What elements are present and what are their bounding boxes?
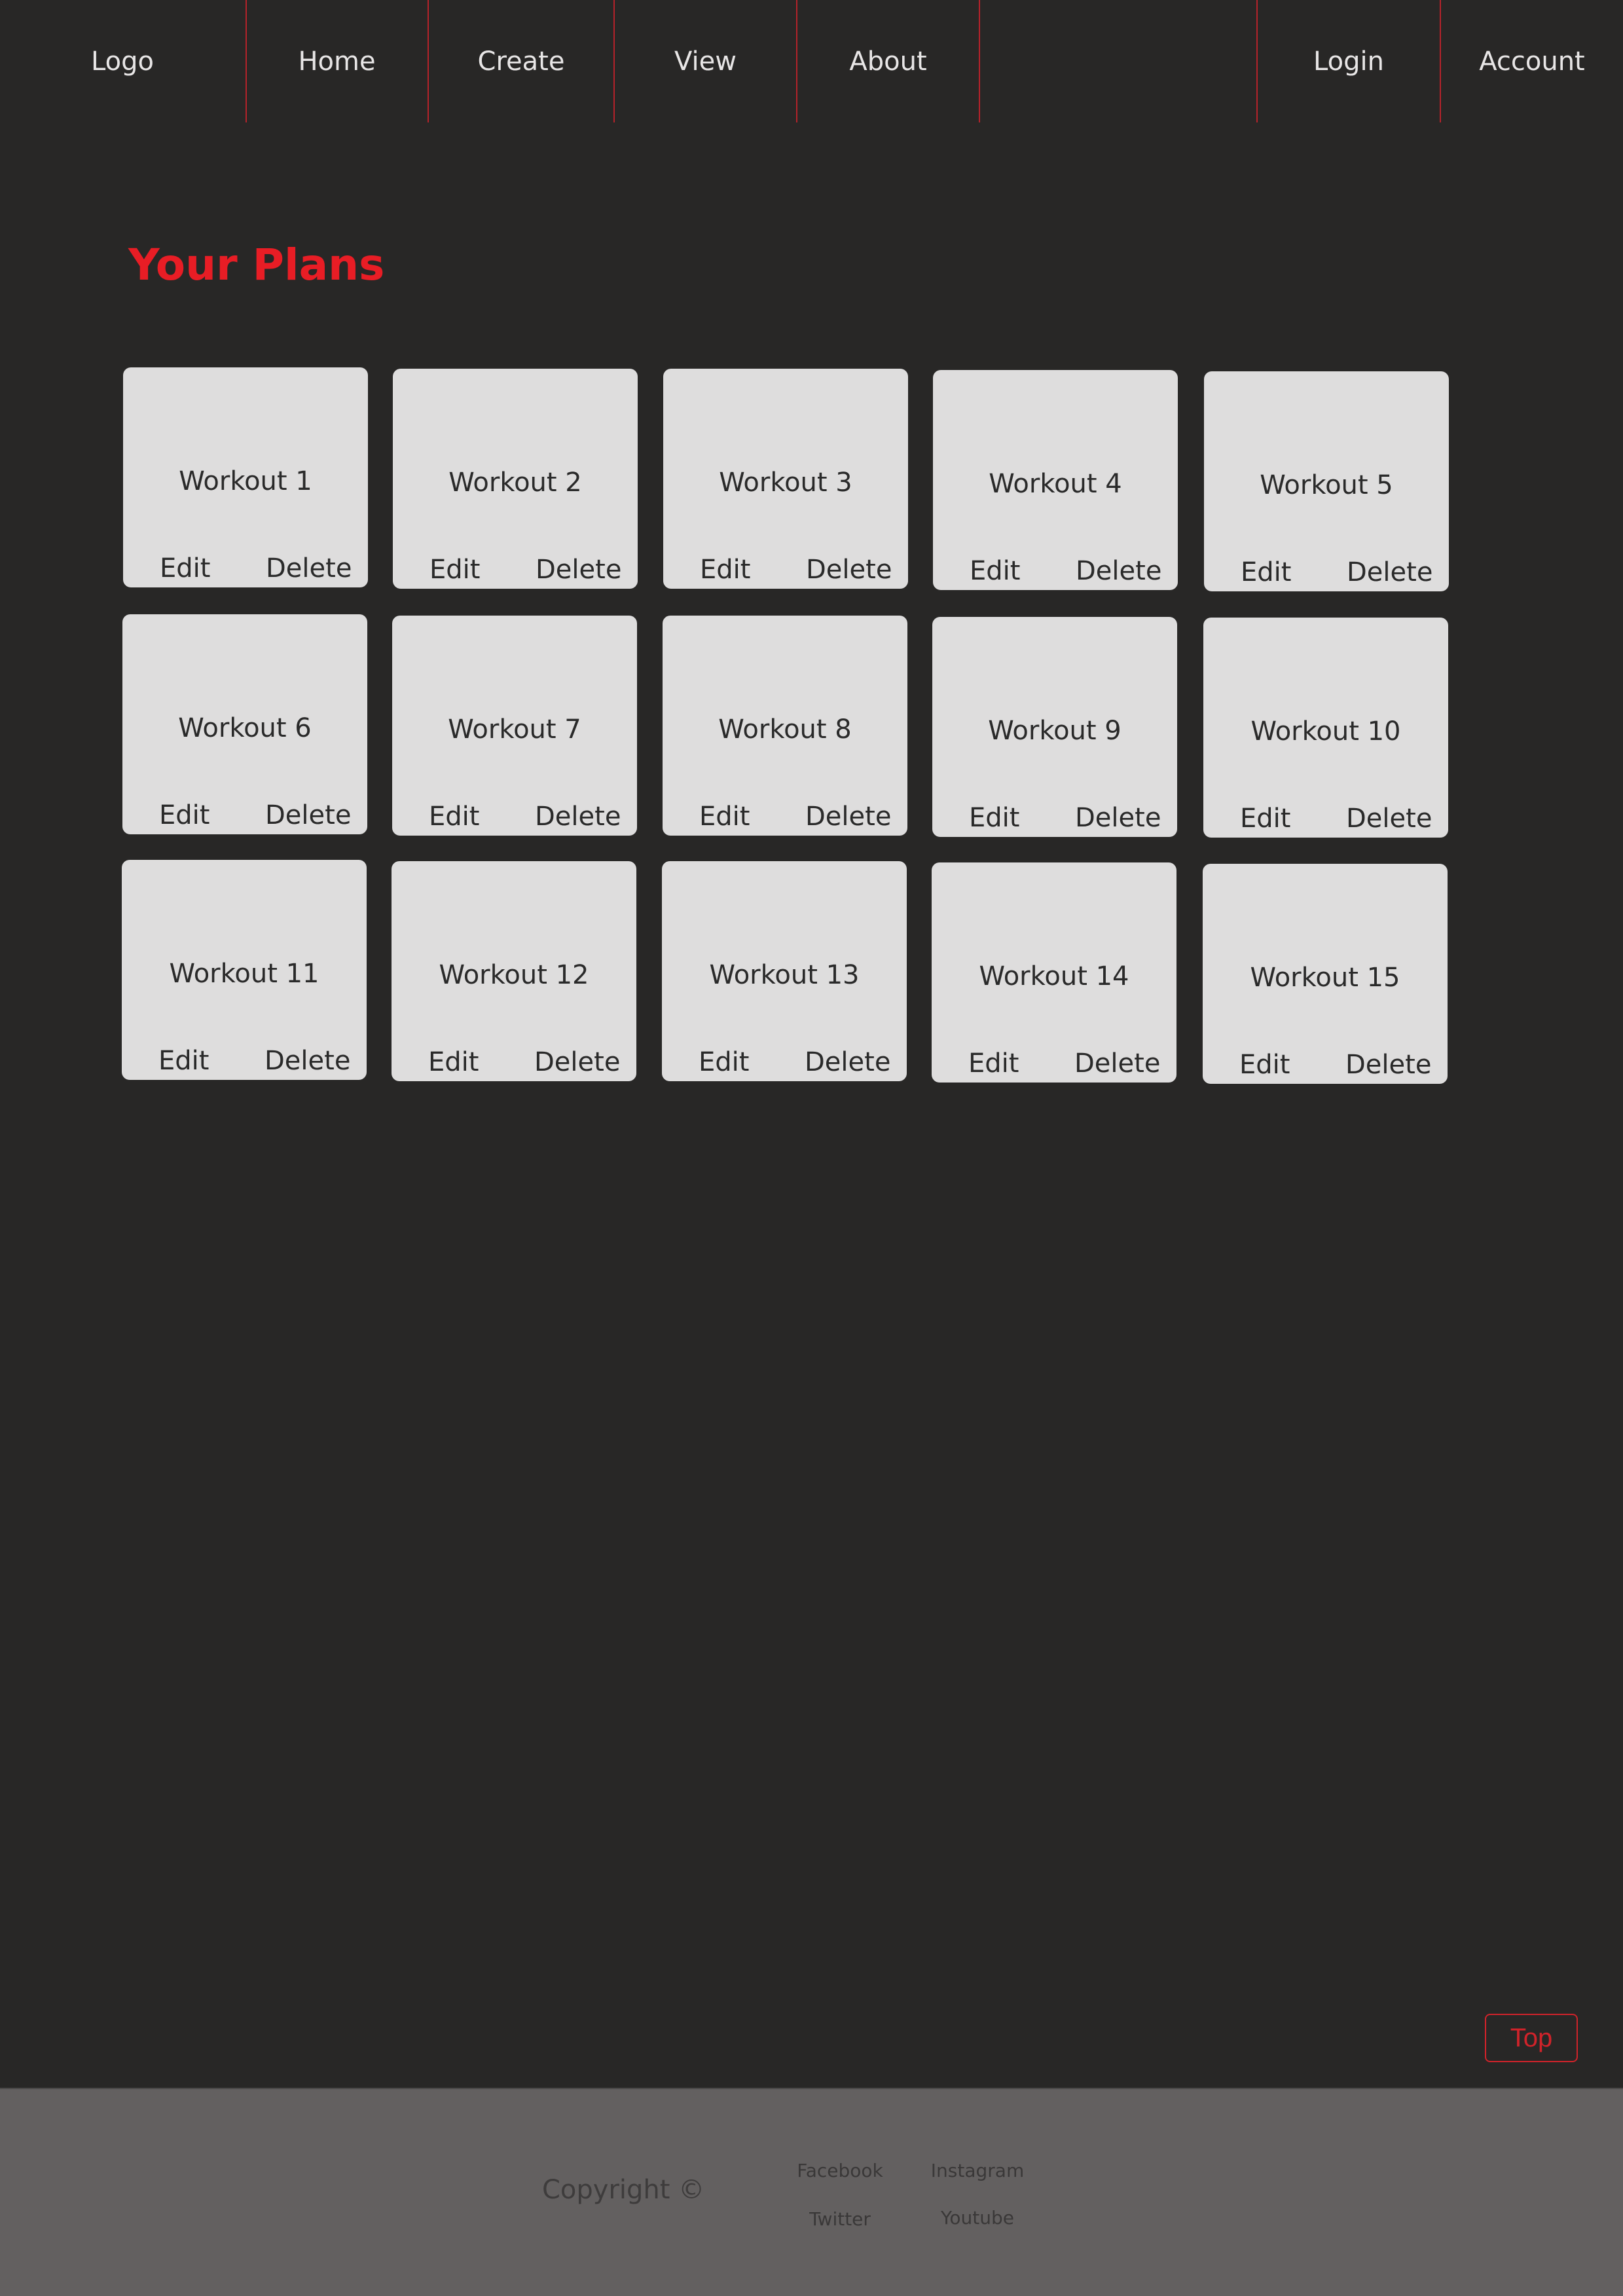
workout-card-title: Workout 9 xyxy=(988,716,1122,746)
delete-button[interactable]: Delete xyxy=(1345,1049,1431,1081)
instagram-link[interactable]: Instagram xyxy=(912,2160,1043,2182)
edit-button[interactable]: Edit xyxy=(428,1046,479,1078)
nav-account-link[interactable]: Account xyxy=(1441,0,1623,122)
nav-create-link[interactable]: Create xyxy=(429,0,613,122)
nav-divider xyxy=(979,0,980,122)
workout-card-title: Workout 14 xyxy=(979,961,1129,991)
edit-button[interactable]: Edit xyxy=(968,1048,1019,1079)
workout-card[interactable]: Workout 4 Edit Delete xyxy=(933,370,1178,590)
delete-button[interactable]: Delete xyxy=(805,1046,890,1078)
workout-card-title: Workout 2 xyxy=(448,468,582,498)
delete-button[interactable]: Delete xyxy=(265,800,351,831)
workout-card[interactable]: Workout 14 Edit Delete xyxy=(932,862,1176,1083)
edit-button[interactable]: Edit xyxy=(1239,1049,1290,1081)
edit-button[interactable]: Edit xyxy=(429,801,479,832)
delete-button[interactable]: Delete xyxy=(1076,555,1161,587)
delete-button[interactable]: Delete xyxy=(1074,1048,1160,1079)
workout-card-title: Workout 5 xyxy=(1260,470,1393,500)
workout-card[interactable]: Workout 5 Edit Delete xyxy=(1204,371,1449,591)
edit-button[interactable]: Edit xyxy=(970,555,1020,587)
delete-button[interactable]: Delete xyxy=(1346,803,1432,834)
workout-card[interactable]: Workout 10 Edit Delete xyxy=(1203,618,1448,838)
nav-view-link[interactable]: View xyxy=(615,0,796,122)
workout-card[interactable]: Workout 15 Edit Delete xyxy=(1203,864,1448,1084)
workout-card[interactable]: Workout 13 Edit Delete xyxy=(662,861,907,1081)
workout-card-title: Workout 11 xyxy=(169,959,319,989)
workout-card[interactable]: Workout 3 Edit Delete xyxy=(663,369,908,589)
delete-button[interactable]: Delete xyxy=(805,801,891,832)
workout-card-title: Workout 10 xyxy=(1250,716,1401,747)
edit-button[interactable]: Edit xyxy=(158,1045,209,1077)
delete-button[interactable]: Delete xyxy=(264,1045,350,1077)
workout-card-title: Workout 8 xyxy=(718,714,852,745)
edit-button[interactable]: Edit xyxy=(429,554,480,585)
delete-button[interactable]: Delete xyxy=(1075,802,1161,834)
workout-card-title: Workout 7 xyxy=(448,714,581,745)
nav-login-link[interactable]: Login xyxy=(1258,0,1440,122)
edit-button[interactable]: Edit xyxy=(160,553,210,584)
footer: Copyright © Facebook Instagram Twitter Y… xyxy=(0,2088,1623,2296)
delete-button[interactable]: Delete xyxy=(534,1046,620,1078)
back-to-top-button[interactable]: Top xyxy=(1485,2014,1578,2062)
workout-card[interactable]: Workout 9 Edit Delete xyxy=(932,617,1177,837)
top-navigation: Logo Home Create View About Login Accoun… xyxy=(0,0,1623,122)
delete-button[interactable]: Delete xyxy=(1347,557,1432,588)
nav-about-link[interactable]: About xyxy=(797,0,979,122)
nav-home-link[interactable]: Home xyxy=(247,0,427,122)
workout-card[interactable]: Workout 2 Edit Delete xyxy=(393,369,638,589)
delete-button[interactable]: Delete xyxy=(266,553,352,584)
edit-button[interactable]: Edit xyxy=(969,802,1019,834)
copyright-text: Copyright © xyxy=(542,2175,705,2205)
workout-card-title: Workout 4 xyxy=(989,469,1122,499)
workout-card-title: Workout 3 xyxy=(719,468,852,498)
edit-button[interactable]: Edit xyxy=(699,1046,749,1078)
edit-button[interactable]: Edit xyxy=(699,801,750,832)
workout-card[interactable]: Workout 12 Edit Delete xyxy=(392,861,636,1081)
workout-card-title: Workout 15 xyxy=(1250,963,1400,993)
edit-button[interactable]: Edit xyxy=(1240,803,1290,834)
delete-button[interactable]: Delete xyxy=(806,554,892,585)
workout-card[interactable]: Workout 8 Edit Delete xyxy=(663,616,907,836)
workout-card-title: Workout 12 xyxy=(439,960,589,990)
workout-card-title: Workout 1 xyxy=(179,466,312,496)
workout-card[interactable]: Workout 1 Edit Delete xyxy=(123,367,368,587)
workout-card[interactable]: Workout 11 Edit Delete xyxy=(122,860,367,1080)
workout-card[interactable]: Workout 6 Edit Delete xyxy=(122,614,367,834)
youtube-link[interactable]: Youtube xyxy=(912,2207,1043,2229)
delete-button[interactable]: Delete xyxy=(535,801,621,832)
twitter-link[interactable]: Twitter xyxy=(775,2208,905,2231)
logo[interactable]: Logo xyxy=(0,0,245,122)
facebook-link[interactable]: Facebook xyxy=(775,2160,905,2182)
edit-button[interactable]: Edit xyxy=(700,554,750,585)
edit-button[interactable]: Edit xyxy=(159,800,210,831)
workout-card[interactable]: Workout 7 Edit Delete xyxy=(392,616,637,836)
delete-button[interactable]: Delete xyxy=(536,554,621,585)
page-title: Your Plans xyxy=(128,240,385,290)
workout-card-title: Workout 6 xyxy=(178,713,312,743)
edit-button[interactable]: Edit xyxy=(1241,557,1291,588)
workout-card-title: Workout 13 xyxy=(709,960,860,990)
